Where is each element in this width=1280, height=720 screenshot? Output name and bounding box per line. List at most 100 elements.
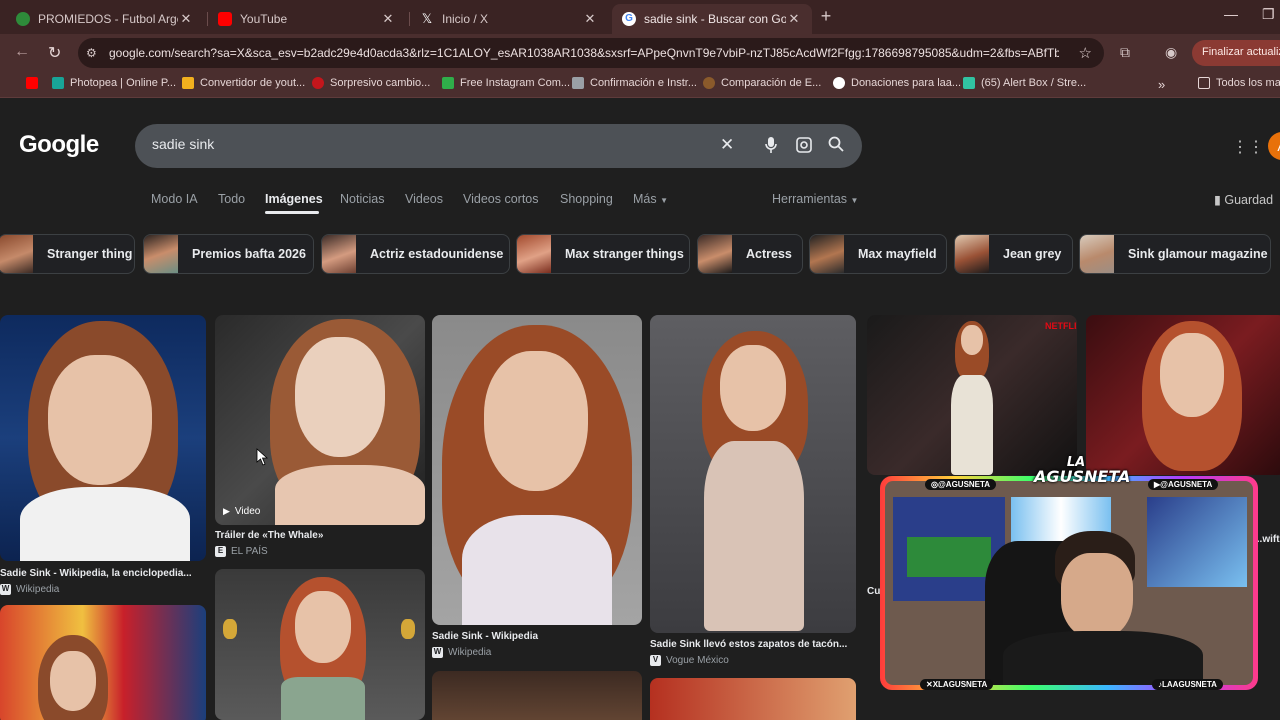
bookmark-star-icon[interactable]: ☆ (1079, 44, 1092, 62)
bookmark-news[interactable]: Sorpresivo cambio... (312, 77, 430, 89)
chip-max-mayfield[interactable]: Max mayfield (809, 234, 947, 274)
image-result-3[interactable] (432, 315, 642, 625)
saved-label: Guardad (1224, 193, 1274, 207)
chip-thumbnail (0, 235, 33, 273)
result-photo-dress (704, 441, 804, 631)
chip-max-stranger-things[interactable]: Max stranger things (516, 234, 690, 274)
search-icon[interactable] (828, 136, 844, 157)
result-caption[interactable]: Cu (867, 586, 881, 597)
video-badge: ▶ Video (223, 506, 260, 517)
saved-button[interactable]: ▮ Guardad (1214, 192, 1273, 207)
youtube-icon (26, 77, 38, 89)
result-caption[interactable]: Sadie Sink llevó estos zapatos de tacón.… (650, 639, 856, 650)
bookmark-youtube[interactable] (26, 77, 44, 89)
bookmark-donations[interactable]: Donaciones para laa... (833, 77, 961, 89)
url-text[interactable]: google.com/search?sa=X&sca_esv=b2adc29e4… (109, 46, 1059, 60)
update-button[interactable]: Finalizar actualiza (1192, 40, 1280, 66)
webcam-overlay-frame: ◎@AGUSNETA ▶@AGUSNETA ✕XLAGUSNETA ♪LAAGU… (880, 476, 1258, 690)
search-input[interactable] (152, 136, 672, 152)
instagram-icon (442, 77, 454, 89)
result-source[interactable]: W Wikipedia (432, 647, 491, 658)
chip-stranger-thing[interactable]: Stranger thing (0, 234, 135, 274)
browser-tab-promiedos[interactable]: PROMIEDOS - Futbol Argentina ✕ (6, 4, 204, 34)
bookmark-label: Donaciones para laa... (851, 77, 962, 89)
result-caption[interactable]: Sadie Sink - Wikipedia, la enciclopedia.… (0, 568, 206, 579)
result-caption[interactable]: Tráiler de «The Whale» (215, 530, 425, 541)
browser-tab-youtube[interactable]: YouTube ✕ (208, 4, 406, 34)
tab-all[interactable]: Todo (218, 192, 245, 206)
chip-jean-grey[interactable]: Jean grey (954, 234, 1073, 274)
bookmark-comparison[interactable]: Comparación de E... (703, 77, 821, 89)
source-label: Wikipedia (448, 647, 492, 658)
result-source[interactable]: E EL PAÍS (215, 546, 268, 557)
clear-search-icon[interactable]: ✕ (720, 135, 734, 155)
profile-icon[interactable]: ◉ (1165, 44, 1177, 61)
bookmark-confirmation[interactable]: Confirmación e Instr... (572, 77, 697, 89)
lens-icon[interactable] (795, 136, 813, 159)
bookmark-photopea[interactable]: Photopea | Online P... (52, 77, 176, 89)
chip-label: Premios bafta 2026 (192, 247, 306, 261)
image-result-7[interactable] (432, 671, 642, 720)
chip-label: Actress (746, 247, 792, 261)
close-tab-icon[interactable]: ✕ (582, 11, 598, 27)
browser-tab-strip: PROMIEDOS - Futbol Argentina ✕ YouTube ✕… (0, 0, 1280, 34)
bookmark-converter[interactable]: Convertidor de yout... (182, 77, 305, 89)
image-result-10[interactable] (1086, 315, 1280, 475)
image-result-5[interactable] (0, 605, 206, 720)
logo-line-2: AGUSNETA (1034, 467, 1131, 486)
donation-icon (833, 77, 845, 89)
image-result-8[interactable] (650, 678, 856, 720)
tab-images[interactable]: Imágenes (265, 192, 323, 206)
tab-ai-mode[interactable]: Modo IA (151, 192, 198, 206)
tab-more-label: Más (633, 192, 657, 206)
netflix-logo: NETFLIX (1045, 321, 1077, 331)
image-result-1[interactable] (0, 315, 206, 561)
lens-icon-glyph (796, 137, 812, 153)
maximize-icon[interactable]: ❐ (1262, 6, 1275, 23)
result-source[interactable]: V Vogue México (650, 655, 729, 666)
address-bar[interactable]: ⚙ google.com/search?sa=X&sca_esv=b2adc29… (78, 38, 1104, 68)
bookmark-alertbox[interactable]: (65) Alert Box / Stre... (963, 77, 1086, 89)
chip-label: Sink glamour magazine (1128, 247, 1268, 261)
google-logo[interactable]: Google (19, 131, 99, 159)
tab-short-videos[interactable]: Videos cortos (463, 192, 539, 206)
image-result-9[interactable]: NETFLIX (867, 315, 1077, 475)
close-tab-icon[interactable]: ✕ (786, 11, 802, 27)
browser-tab-google[interactable]: G sadie sink - Buscar con Google ✕ (612, 4, 812, 34)
tab-news[interactable]: Noticias (340, 192, 384, 206)
image-result-4[interactable] (650, 315, 856, 633)
more-bookmarks-icon[interactable]: » (1158, 77, 1165, 92)
result-caption[interactable]: Sadie Sink - Wikipedia (432, 631, 642, 642)
result-source[interactable]: W Wikipedia (0, 584, 59, 595)
close-tab-icon[interactable]: ✕ (178, 11, 194, 27)
search-box[interactable]: ✕ (135, 124, 862, 168)
search-icon-glyph (828, 136, 844, 152)
all-bookmarks[interactable]: Todos los mar (1198, 77, 1280, 89)
reload-icon[interactable]: ↻ (48, 43, 61, 63)
tab-more[interactable]: Más ▼ (633, 192, 668, 206)
webcam-feed (885, 481, 1253, 685)
close-tab-icon[interactable]: ✕ (380, 11, 396, 27)
site-info-icon[interactable]: ⚙ (86, 46, 100, 60)
chip-sink-glamour-magazine[interactable]: Sink glamour magazine (1079, 234, 1271, 274)
play-icon: ▶ (223, 506, 230, 516)
microphone-icon[interactable] (764, 136, 778, 159)
minimize-icon[interactable]: — (1224, 6, 1238, 22)
tools-button[interactable]: Herramientas ▼ (772, 192, 858, 206)
tab-shopping[interactable]: Shopping (560, 192, 613, 206)
new-tab-icon[interactable]: + (816, 6, 836, 28)
tab-videos[interactable]: Videos (405, 192, 443, 206)
youtube-handle: ▶@AGUSNETA (1148, 479, 1219, 490)
chip-thumbnail (322, 235, 356, 273)
chip-actriz-estadounidense[interactable]: Actriz estadounidense (321, 234, 510, 274)
back-icon[interactable]: ← (14, 43, 30, 61)
result-photo-face (50, 651, 96, 711)
chip-actress[interactable]: Actress (697, 234, 803, 274)
bookmark-instagram-tool[interactable]: Free Instagram Com... (442, 77, 570, 89)
image-result-6[interactable] (215, 569, 425, 720)
image-result-2[interactable]: ▶ Video (215, 315, 425, 525)
browser-tab-x[interactable]: 𝕏 Inicio / X ✕ (410, 4, 608, 34)
extensions-icon[interactable]: ⧉ (1120, 44, 1130, 61)
wikipedia-icon: W (0, 584, 11, 595)
chip-premios-bafta[interactable]: Premios bafta 2026 (143, 234, 314, 274)
